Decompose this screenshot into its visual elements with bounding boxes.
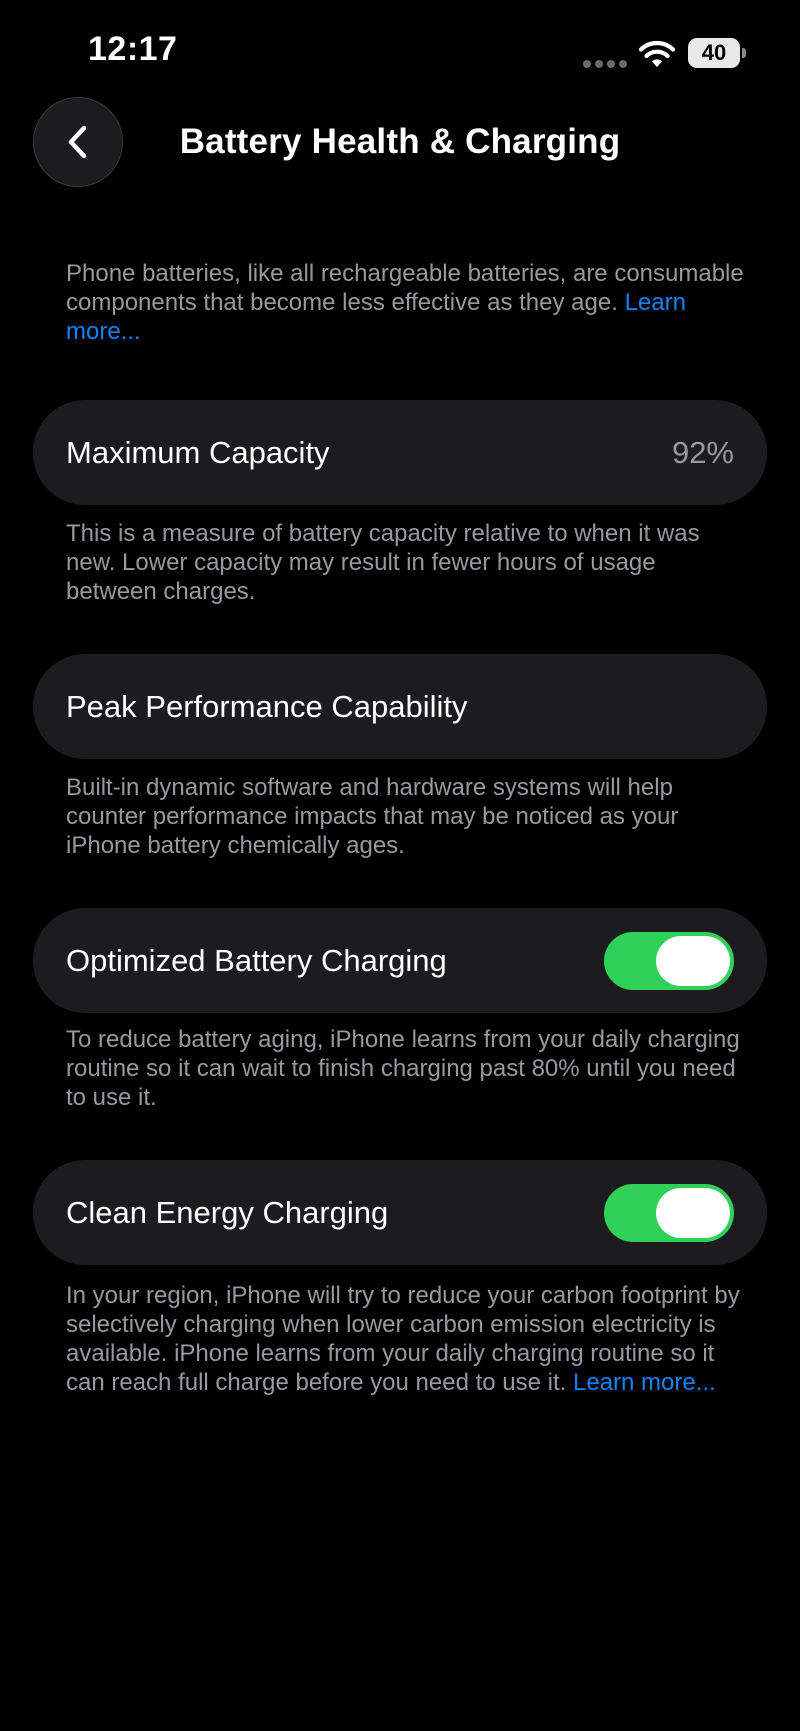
page-title: Battery Health & Charging (179, 122, 621, 161)
optimized-charging-row: Optimized Battery Charging (33, 908, 767, 1013)
clean-energy-label: Clean Energy Charging (66, 1195, 389, 1230)
maximum-capacity-row: Maximum Capacity 92% (33, 400, 767, 505)
wifi-icon (638, 41, 676, 67)
status-bar: 12:17 40 (0, 0, 800, 110)
peak-performance-description: Built-in dynamic software and hardware s… (66, 774, 679, 859)
status-time: 12:17 (88, 30, 178, 68)
maximum-capacity-description: This is a measure of battery capacity re… (66, 520, 700, 605)
toggle-knob (656, 936, 730, 986)
battery-icon: 40 (688, 38, 746, 68)
peak-performance-row: Peak Performance Capability (33, 654, 767, 759)
battery-tip (742, 48, 746, 58)
peak-performance-label: Peak Performance Capability (66, 689, 468, 724)
optimized-charging-label: Optimized Battery Charging (66, 943, 447, 978)
maximum-capacity-label: Maximum Capacity (66, 435, 330, 470)
battery-level: 40 (701, 40, 727, 65)
back-button[interactable] (33, 97, 123, 187)
clean-energy-row: Clean Energy Charging (33, 1160, 767, 1265)
optimized-charging-description: To reduce battery aging, iPhone learns f… (66, 1026, 740, 1111)
optimized-charging-toggle[interactable] (604, 932, 734, 990)
chevron-left-icon (68, 125, 87, 159)
maximum-capacity-value: 92% (671, 435, 734, 470)
toggle-knob (656, 1188, 730, 1238)
clean-energy-toggle[interactable] (604, 1184, 734, 1242)
clean-energy-description: In your region, iPhone will try to reduc… (66, 1281, 746, 1397)
clean-energy-learn-more-link[interactable]: Learn more... (573, 1369, 716, 1396)
intro-description: Phone batteries, like all rechargeable b… (66, 259, 746, 346)
signal-dots-icon (583, 60, 627, 68)
